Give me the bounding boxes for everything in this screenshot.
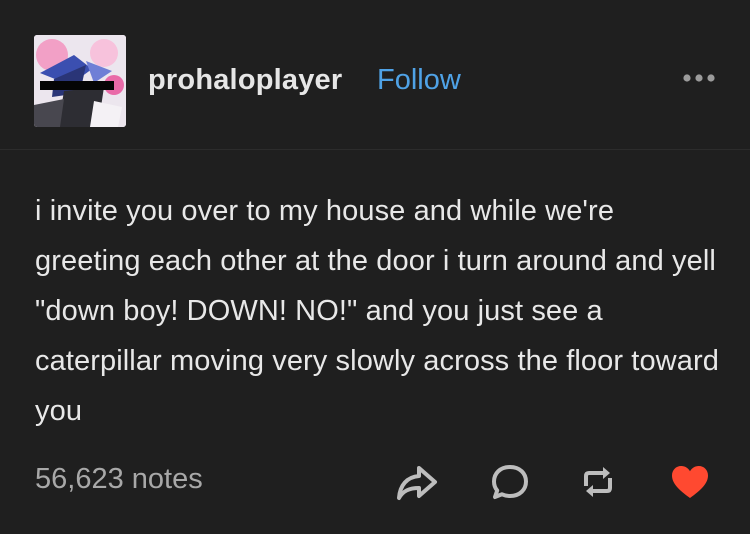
- notes-count[interactable]: 56,623 notes: [35, 463, 203, 496]
- follow-button[interactable]: Follow: [377, 64, 461, 97]
- avatar-image-icon: [34, 35, 126, 127]
- speech-bubble-icon: [492, 465, 528, 499]
- post-header: prohaloplayer Follow: [0, 0, 750, 150]
- post-body: i invite you over to my house and while …: [35, 195, 719, 427]
- share-arrow-icon: [397, 466, 437, 500]
- more-horizontal-icon: [683, 74, 715, 82]
- like-button[interactable]: [668, 460, 712, 504]
- share-button[interactable]: [395, 460, 439, 504]
- reblog-button[interactable]: [576, 460, 620, 504]
- reblog-icon: [584, 467, 612, 497]
- username-link[interactable]: prohaloplayer: [148, 64, 342, 97]
- reply-button[interactable]: [488, 460, 532, 504]
- avatar[interactable]: [34, 35, 126, 127]
- more-options-button[interactable]: [681, 68, 721, 88]
- heart-icon: [672, 466, 708, 498]
